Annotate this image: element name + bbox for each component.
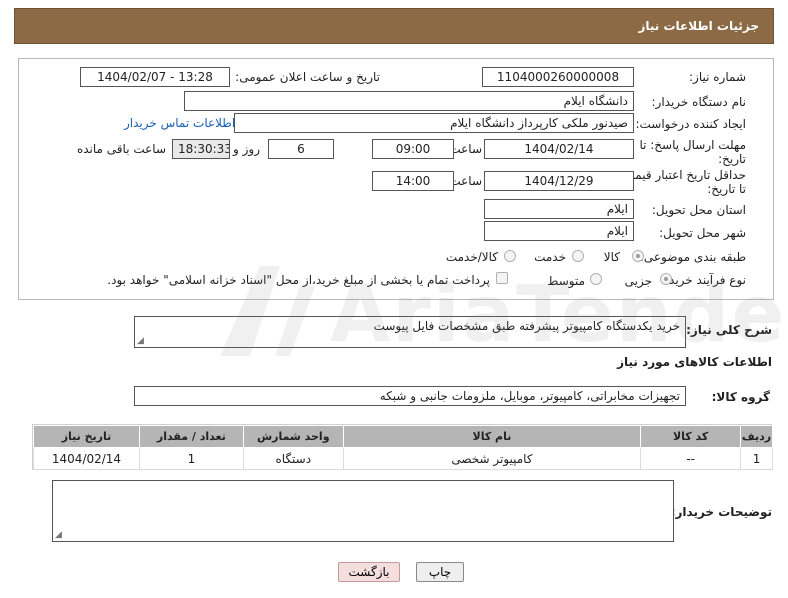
- deadline-label: مهلت ارسال پاسخ: تا: [639, 138, 746, 152]
- col-item-code: کد کالا: [640, 425, 742, 448]
- cell-item-name: کامپیوتر شخصی: [342, 447, 642, 470]
- announce-date-field: 1404/02/07 - 13:28: [80, 67, 230, 87]
- col-quantity: تعداد / مقدار: [138, 425, 244, 448]
- goods-table: ردیف کد کالا نام کالا واحد شمارش تعداد /…: [32, 424, 773, 470]
- delivery-city-field: ایلام: [484, 221, 634, 241]
- category-label: طبقه بندی موضوعی:: [639, 250, 746, 264]
- process-minor-radio[interactable]: [660, 273, 672, 285]
- page: جزئیات اطلاعات نیاز شماره نیاز: 11040002…: [0, 0, 788, 598]
- print-button[interactable]: چاپ: [416, 562, 464, 582]
- buyer-notes-label: توضیحات خریدار:: [670, 505, 772, 519]
- category-goods-service-radio[interactable]: [504, 250, 516, 262]
- buyer-org-field: دانشگاه ایلام: [184, 91, 634, 111]
- creator-label: ایجاد کننده درخواست:: [635, 117, 746, 131]
- process-medium-label: متوسط: [547, 274, 585, 288]
- resize-grip-icon[interactable]: ◢: [55, 530, 62, 540]
- purchase-process-label: نوع فرآیند خرید :: [661, 273, 746, 287]
- deadline-time-field: 09:00: [372, 139, 454, 159]
- table-row: 1 -- کامپیوتر شخصی دستگاه 1 1404/02/14: [33, 447, 773, 470]
- page-title: جزئیات اطلاعات نیاز: [638, 19, 759, 33]
- need-number-field: 1104000260000008: [482, 67, 634, 87]
- days-label: روز و: [233, 142, 260, 156]
- announce-date-label: تاریخ و ساعت اعلان عمومی:: [235, 70, 380, 84]
- treasury-payment-checkbox[interactable]: [496, 272, 508, 284]
- price-validity-time-field: 14:00: [372, 171, 454, 191]
- category-service-label: خدمت: [534, 250, 566, 264]
- deadline-time-label: ساعت: [449, 142, 482, 156]
- remaining-time-label: ساعت باقی مانده: [76, 142, 166, 156]
- back-button[interactable]: بازگشت: [338, 562, 400, 582]
- category-goods-label: کالا: [603, 250, 620, 264]
- description-label: شرح کلی نیاز:: [686, 323, 772, 337]
- creator-field: صیدنور ملکی کارپرداز دانشگاه ایلام: [234, 113, 634, 133]
- cell-row-number: 1: [740, 447, 773, 470]
- goods-group-label: گروه کالا:: [711, 390, 770, 404]
- description-text: خرید یکدستگاه کامپیوتر پیشرفته طبق مشخصا…: [373, 319, 680, 333]
- buyer-org-label: نام دستگاه خریدار:: [651, 95, 747, 109]
- remaining-time-field: 18:30:33: [172, 139, 230, 159]
- process-medium-radio[interactable]: [590, 273, 602, 285]
- deadline-label-date: تاریخ:: [718, 152, 746, 166]
- goods-group-field: تجهیزات مخابراتی، کامپیوتر، موبایل، ملزو…: [134, 386, 686, 406]
- price-validity-label-date: تا تاریخ:: [707, 182, 746, 196]
- col-unit: واحد شمارش: [242, 425, 344, 448]
- category-goods-radio[interactable]: [632, 250, 644, 262]
- cell-need-date: 1404/02/14: [33, 447, 140, 470]
- col-item-name: نام کالا: [342, 425, 642, 448]
- process-minor-label: جزیی: [624, 274, 652, 288]
- cell-quantity: 1: [138, 447, 244, 470]
- delivery-province-label: استان محل تحویل:: [651, 203, 746, 217]
- category-goods-service-label: کالا/خدمت: [445, 250, 498, 264]
- price-validity-time-label: ساعت: [449, 174, 482, 188]
- goods-table-header: ردیف کد کالا نام کالا واحد شمارش تعداد /…: [33, 425, 773, 448]
- cell-unit: دستگاه: [242, 447, 344, 470]
- col-need-date: تاریخ نیاز: [33, 425, 140, 448]
- need-number-label: شماره نیاز:: [689, 70, 746, 84]
- header-bar: جزئیات اطلاعات نیاز: [14, 8, 774, 44]
- resize-grip-icon[interactable]: ◢: [137, 336, 144, 346]
- price-validity-date-field: 1404/12/29: [484, 171, 634, 191]
- description-textarea: خرید یکدستگاه کامپیوتر پیشرفته طبق مشخصا…: [134, 316, 686, 348]
- delivery-province-field: ایلام: [484, 199, 634, 219]
- buyer-contact-link[interactable]: اطلاعات تماس خریدار: [124, 116, 235, 130]
- deadline-date-field: 1404/02/14: [484, 139, 634, 159]
- col-row-number: ردیف: [740, 425, 773, 448]
- delivery-city-label: شهر محل تحویل:: [659, 226, 746, 240]
- cell-item-code: --: [640, 447, 742, 470]
- goods-section-title: اطلاعات کالاهای مورد نیاز: [617, 355, 772, 369]
- days-remaining-field: 6: [268, 139, 334, 159]
- category-service-radio[interactable]: [572, 250, 584, 262]
- price-validity-label: حداقل تاریخ اعتبار قیمت:: [619, 168, 746, 182]
- buyer-notes-textarea: ◢: [52, 480, 674, 542]
- treasury-payment-note: پرداخت تمام یا بخشی از مبلغ خرید،از محل …: [107, 273, 490, 287]
